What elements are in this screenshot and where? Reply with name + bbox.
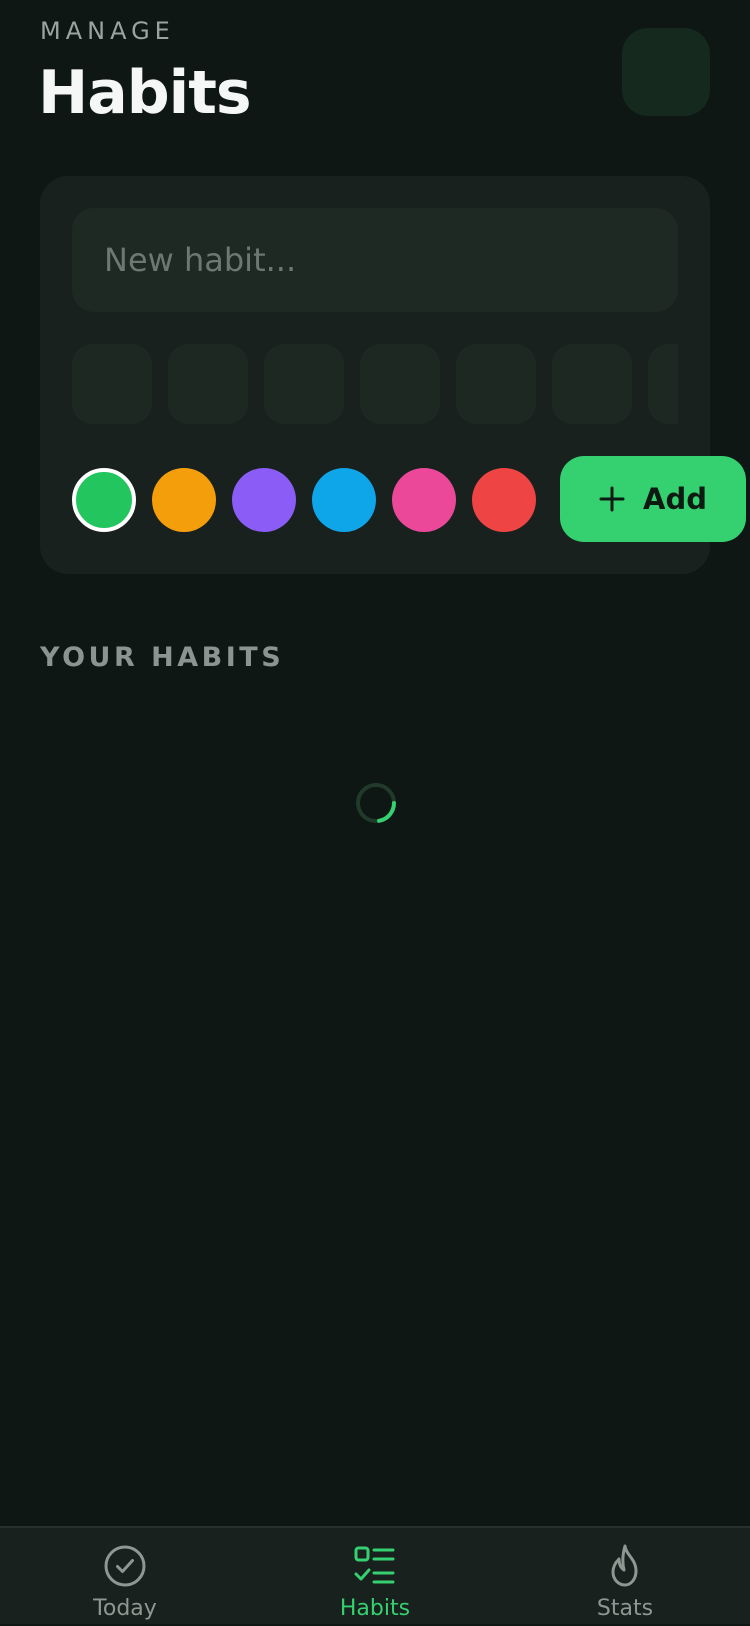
icon-option[interactable] [456,344,536,424]
bottom-nav: Today Habits Stats [0,1526,750,1624]
add-habit-button[interactable]: Add [560,456,746,542]
icon-option[interactable] [72,344,152,424]
icon-option[interactable] [360,344,440,424]
icon-option[interactable] [168,344,248,424]
nav-label-stats: Stats [596,1596,654,1621]
icon-picker[interactable] [72,344,678,424]
avatar[interactable] [622,28,710,116]
icon-option[interactable] [648,344,678,424]
color-swatch-orange[interactable] [152,468,216,532]
flame-icon [611,1544,638,1587]
new-habit-input[interactable] [72,208,678,312]
color-swatch-green[interactable] [72,468,136,532]
nav-item-stats[interactable]: Stats [500,1528,750,1626]
section-title: YOUR HABITS [40,642,285,673]
color-swatch-pink[interactable] [392,468,456,532]
habit-list-icon [354,1546,395,1584]
nav-label-today: Today [93,1596,157,1621]
page-title: Habits [38,58,252,128]
nav-label-habits: Habits [339,1596,411,1621]
icon-option[interactable] [264,344,344,424]
nav-item-today[interactable]: Today [0,1528,250,1626]
color-swatch-purple[interactable] [232,468,296,532]
add-button-label: Add [643,482,707,516]
nav-item-habits[interactable]: Habits [250,1528,500,1626]
color-swatch-blue[interactable] [312,468,376,532]
loading-spinner-icon [356,783,397,823]
color-swatch-red[interactable] [472,468,536,532]
page-eyebrow: MANAGE [40,17,175,45]
check-circle-icon [104,1545,146,1587]
icon-option[interactable] [552,344,632,424]
plus-icon [599,486,625,512]
